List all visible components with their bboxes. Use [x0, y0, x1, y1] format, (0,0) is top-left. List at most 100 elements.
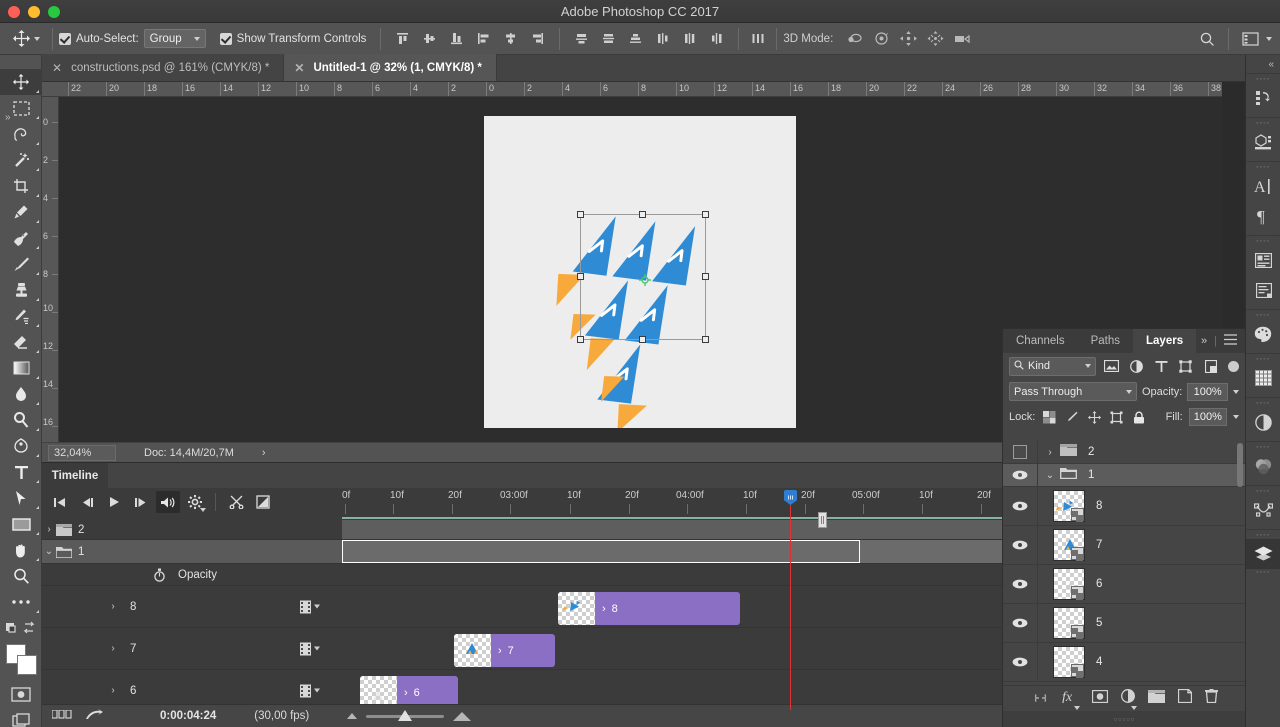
camera-3d-icon[interactable]	[950, 28, 975, 50]
show-transform-checkbox[interactable]	[220, 33, 232, 45]
chevron-right-icon[interactable]: ›	[106, 601, 120, 612]
layers-scrollbar[interactable]	[1237, 443, 1243, 487]
layer-thumbnail[interactable]	[1053, 607, 1085, 639]
stopwatch-icon[interactable]	[148, 568, 170, 582]
align-bottom-edges-icon[interactable]	[444, 28, 469, 50]
screen-mode-tool[interactable]	[0, 707, 42, 727]
align-top-edges-icon[interactable]	[390, 28, 415, 50]
history-icon[interactable]	[1246, 83, 1280, 113]
transition-icon[interactable]	[251, 491, 275, 513]
timeline-layer-options-icon[interactable]	[300, 600, 320, 613]
document-tab-untitled-1[interactable]: ✕ Untitled-1 @ 32% (1, CMYK/8) *	[284, 54, 496, 81]
align-vertical-centers-icon[interactable]	[417, 28, 442, 50]
orbit-3d-icon[interactable]	[842, 28, 867, 50]
paragraph-icon[interactable]: ¶	[1246, 201, 1280, 231]
timeline-clip-7[interactable]: › 7	[454, 634, 555, 667]
distribute-bottom-edges-icon[interactable]	[623, 28, 648, 50]
spot-healing-brush-tool[interactable]	[0, 225, 42, 251]
go-to-previous-frame-icon[interactable]	[75, 491, 99, 513]
expand-panels-icon[interactable]: »	[1201, 335, 1207, 347]
timeline-clip-8[interactable]: › 8	[558, 592, 740, 625]
transform-handle-ne[interactable]	[702, 211, 709, 218]
filter-adjustment-icon[interactable]	[1127, 357, 1146, 376]
convert-to-frame-animation-icon[interactable]	[86, 709, 104, 724]
blur-tool[interactable]	[0, 381, 42, 407]
layer-thumbnail[interactable]	[1053, 646, 1085, 678]
filter-image-icon[interactable]	[1102, 357, 1121, 376]
chevron-right-icon[interactable]: ›	[404, 687, 408, 699]
3d-icon[interactable]	[1246, 127, 1280, 157]
timeline-row-name-cell[interactable]: Opacity	[42, 564, 342, 585]
layer-thumbnail[interactable]	[1053, 568, 1085, 600]
lock-transparency-icon[interactable]	[1041, 408, 1057, 427]
zoom-level-field[interactable]: 32,04%	[48, 445, 116, 461]
layer-row-7[interactable]: 7	[1003, 526, 1246, 565]
layer-thumbnail[interactable]	[1053, 490, 1085, 522]
transform-handle-nw[interactable]	[577, 211, 584, 218]
layers-panel-icon[interactable]	[1246, 539, 1280, 569]
pan-3d-icon[interactable]	[896, 28, 921, 50]
transform-handle-sw[interactable]	[577, 336, 584, 343]
layer-visibility-toggle[interactable]	[1003, 464, 1038, 486]
lock-image-icon[interactable]	[1064, 408, 1080, 427]
pen-tool[interactable]	[0, 433, 42, 459]
layer-styles-fx-icon[interactable]: fx	[1062, 689, 1079, 708]
auto-select-scope-dropdown[interactable]: Group	[144, 29, 206, 48]
lock-position-icon[interactable]	[1086, 408, 1102, 427]
roll-3d-icon[interactable]	[869, 28, 894, 50]
layer-row-5[interactable]: 5	[1003, 604, 1246, 643]
timeline-zoom-slider[interactable]	[347, 712, 471, 721]
tab-layers[interactable]: Layers	[1133, 329, 1196, 353]
zoom-out-icon[interactable]	[347, 713, 357, 719]
opacity-value-field[interactable]: 100%	[1187, 383, 1228, 401]
go-to-first-frame-icon[interactable]	[48, 491, 72, 513]
filter-toggle[interactable]	[1228, 361, 1239, 372]
chevron-right-icon[interactable]: ›	[106, 643, 120, 654]
slide-3d-icon[interactable]	[923, 28, 948, 50]
character-icon[interactable]: A	[1246, 171, 1280, 201]
align-horizontal-centers-icon[interactable]	[498, 28, 523, 50]
filter-shape-icon[interactable]	[1177, 357, 1196, 376]
layer-filter-kind-dropdown[interactable]: Kind	[1009, 357, 1096, 376]
auto-select-row[interactable]: Auto-Select: Group	[59, 29, 206, 48]
audio-icon[interactable]	[156, 491, 180, 513]
timeline-row-name-cell[interactable]: ⌄ 1	[42, 540, 342, 563]
close-icon[interactable]: ✕	[52, 62, 62, 74]
render-video-icon[interactable]	[52, 710, 72, 722]
fill-chevron-down-icon[interactable]	[1233, 415, 1239, 419]
adjustment-layer-icon[interactable]	[1121, 689, 1135, 708]
timeline-row-name-cell[interactable]: › 7	[42, 628, 342, 669]
hand-tool[interactable]	[0, 537, 42, 563]
timeline-current-time[interactable]: 0:00:04:24	[160, 710, 216, 722]
layer-row-group-2[interactable]: › 2	[1003, 441, 1246, 464]
distribute-left-edges-icon[interactable]	[650, 28, 675, 50]
eraser-tool[interactable]	[0, 329, 42, 355]
active-tool-preset[interactable]	[0, 28, 46, 50]
layer-row-group-1[interactable]: ⌄ 1	[1003, 464, 1246, 487]
chevron-down-icon[interactable]: ⌄	[42, 546, 56, 557]
zoom-in-icon[interactable]	[453, 712, 471, 721]
chevron-right-icon[interactable]: ›	[1042, 447, 1058, 458]
transform-handle-e[interactable]	[702, 273, 709, 280]
link-layers-icon[interactable]	[1032, 690, 1049, 708]
timeline-track[interactable]: › 7	[342, 628, 1002, 669]
properties-icon[interactable]	[1246, 275, 1280, 305]
new-layer-icon[interactable]	[1178, 689, 1192, 708]
blend-mode-dropdown[interactable]: Pass Through	[1009, 382, 1137, 401]
transform-handle-n[interactable]	[639, 211, 646, 218]
gradient-tool[interactable]	[0, 355, 42, 381]
distribute-horizontal-centers-icon[interactable]	[677, 28, 702, 50]
layer-thumbnail[interactable]	[1053, 529, 1085, 561]
lock-artboard-icon[interactable]	[1109, 408, 1125, 427]
layer-row-4[interactable]: 4	[1003, 643, 1246, 682]
distribute-top-edges-icon[interactable]	[569, 28, 594, 50]
type-tool[interactable]	[0, 459, 42, 485]
settings-gear-icon[interactable]	[183, 491, 207, 513]
layer-visibility-toggle[interactable]	[1003, 604, 1038, 642]
close-icon[interactable]: ✕	[294, 62, 304, 74]
timeline-layer-options-icon[interactable]	[300, 684, 320, 697]
tab-channels[interactable]: Channels	[1003, 329, 1078, 353]
new-group-icon[interactable]	[1148, 690, 1165, 708]
filter-type-icon[interactable]	[1152, 357, 1171, 376]
color-swatches[interactable]	[0, 641, 42, 681]
